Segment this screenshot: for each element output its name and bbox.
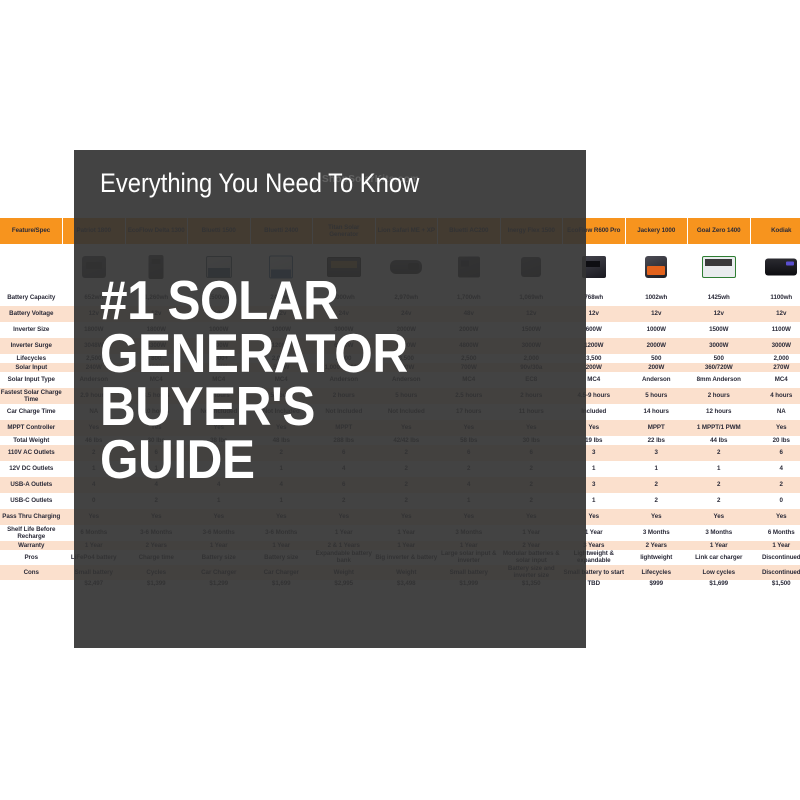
spec-cell: 3000W — [687, 338, 750, 354]
spec-cell: 2 — [687, 445, 750, 461]
row-label: 110V AC Outlets — [0, 445, 63, 461]
row-label: Battery Capacity — [0, 290, 63, 306]
spec-cell: 2 Years — [625, 541, 688, 550]
spec-cell: 12v — [750, 306, 800, 322]
spec-cell: 3 — [625, 445, 688, 461]
row-label: Solar Input Type — [0, 372, 63, 388]
spec-cell: Anderson — [625, 372, 688, 388]
spec-cell: 270W — [750, 363, 800, 372]
spec-cell: 1 Year — [687, 541, 750, 550]
spec-cell: 2,000 — [750, 354, 800, 363]
price-cell: $999 — [625, 579, 688, 589]
column-header-product-12: Kodiak — [750, 218, 800, 244]
spec-cell: 500 — [625, 354, 688, 363]
spec-cell: 20 lbs — [750, 436, 800, 445]
spec-cell: 1 — [687, 461, 750, 477]
row-label: Inverter Surge — [0, 338, 63, 354]
spec-cell: 14 hours — [625, 404, 688, 420]
spec-cell: 1 — [625, 461, 688, 477]
kodiak-thumb — [750, 244, 800, 290]
spec-cell: 12v — [625, 306, 688, 322]
spec-cell: 2 — [687, 493, 750, 509]
spec-cell: Yes — [625, 509, 688, 525]
jackery-1000-thumb — [625, 244, 688, 290]
spec-cell: Yes — [750, 420, 800, 436]
spec-cell: 3 Months — [625, 525, 688, 541]
spec-cell: Lifecycles — [625, 564, 688, 580]
column-header-spec: Feature/Spec — [0, 218, 63, 244]
row-label: USB-A Outlets — [0, 477, 63, 493]
thumbnail-shape — [701, 256, 736, 278]
goal-zero-1400-thumb — [687, 244, 751, 290]
spec-cell: 4 hours — [750, 388, 800, 404]
spec-cell: Discontinued — [750, 550, 800, 565]
row-label: USB-C Outlets — [0, 493, 63, 509]
spec-cell: Low cycles — [687, 564, 750, 580]
spec-cell: 5 hours — [625, 388, 688, 404]
spec-cell: Yes — [687, 509, 750, 525]
row-label: Total Weight — [0, 436, 63, 445]
price-cell: $1,500 — [750, 579, 800, 589]
spec-cell: 2 — [687, 477, 750, 493]
spec-cell: 4 — [750, 461, 800, 477]
row-label: Warranty — [0, 541, 63, 550]
row-label: Shelf Life Before Recharge — [0, 525, 63, 541]
product-thumbnail-icon — [701, 254, 736, 280]
row-label: Car Charge Time — [0, 404, 63, 420]
column-header-product-10: Jackery 1000 — [625, 218, 688, 244]
spec-cell: 12v — [687, 306, 750, 322]
dark-overlay-panel — [74, 150, 586, 648]
spec-cell: 2 — [625, 477, 688, 493]
spec-cell: 44 lbs — [687, 436, 750, 445]
spec-cell: 1000W — [625, 322, 688, 338]
thumbnail-shape — [645, 256, 668, 278]
spec-cell: 1002wh — [625, 290, 688, 306]
row-label: Pros — [0, 550, 63, 565]
thumbnail-shape — [765, 258, 798, 276]
spec-cell: NA — [750, 404, 800, 420]
spec-cell: 1 Year — [750, 541, 800, 550]
spec-cell: 6 — [750, 445, 800, 461]
row-label: Solar Input — [0, 363, 63, 372]
row-label: Battery Voltage — [0, 306, 63, 322]
spec-cell: 1500W — [687, 322, 750, 338]
spec-cell: Discontinued — [750, 564, 800, 580]
spec-cell: 2 — [625, 493, 688, 509]
row-label: Fastest Solar Charge Time — [0, 388, 63, 404]
spec-cell: Link car charger — [687, 550, 750, 565]
spec-cell: 6 Months — [750, 525, 800, 541]
row-label: MPPT Controller — [0, 420, 63, 436]
row-label: Pass Thru Charging — [0, 509, 63, 525]
spec-cell: 2000W — [625, 338, 688, 354]
row-label: Lifecycles — [0, 354, 63, 363]
spec-cell: Yes — [750, 509, 800, 525]
product-image-spacer — [0, 244, 63, 290]
column-header-product-11: Goal Zero 1400 — [687, 218, 751, 244]
spec-cell: lightweight — [625, 550, 688, 565]
spec-cell: 2 — [750, 477, 800, 493]
row-label — [0, 579, 63, 589]
product-thumbnail-icon — [639, 254, 673, 280]
spec-cell: 3000W — [750, 338, 800, 354]
spec-cell: 1100wh — [750, 290, 800, 306]
spec-cell: 1425wh — [687, 290, 750, 306]
spec-cell: MC4 — [750, 372, 800, 388]
row-label: Cons — [0, 564, 63, 580]
spec-cell: 2 hours — [687, 388, 750, 404]
spec-cell: 1 MPPT/1 PWM — [687, 420, 750, 436]
spec-cell: 1100W — [750, 322, 800, 338]
spec-cell: 360/720W — [687, 363, 750, 372]
row-label: Inverter Size — [0, 322, 63, 338]
spec-cell: 0 — [750, 493, 800, 509]
product-thumbnail-icon — [764, 254, 798, 280]
spec-cell: 200W — [625, 363, 688, 372]
spec-cell: 22 lbs — [625, 436, 688, 445]
row-label: 12V DC Outlets — [0, 461, 63, 477]
spec-cell: 500 — [687, 354, 750, 363]
spec-cell: 3 Months — [687, 525, 750, 541]
spec-cell: 12 hours — [687, 404, 750, 420]
spec-cell: 8mm Anderson — [687, 372, 750, 388]
price-cell: $1,699 — [687, 579, 750, 589]
spec-cell: MPPT — [625, 420, 688, 436]
